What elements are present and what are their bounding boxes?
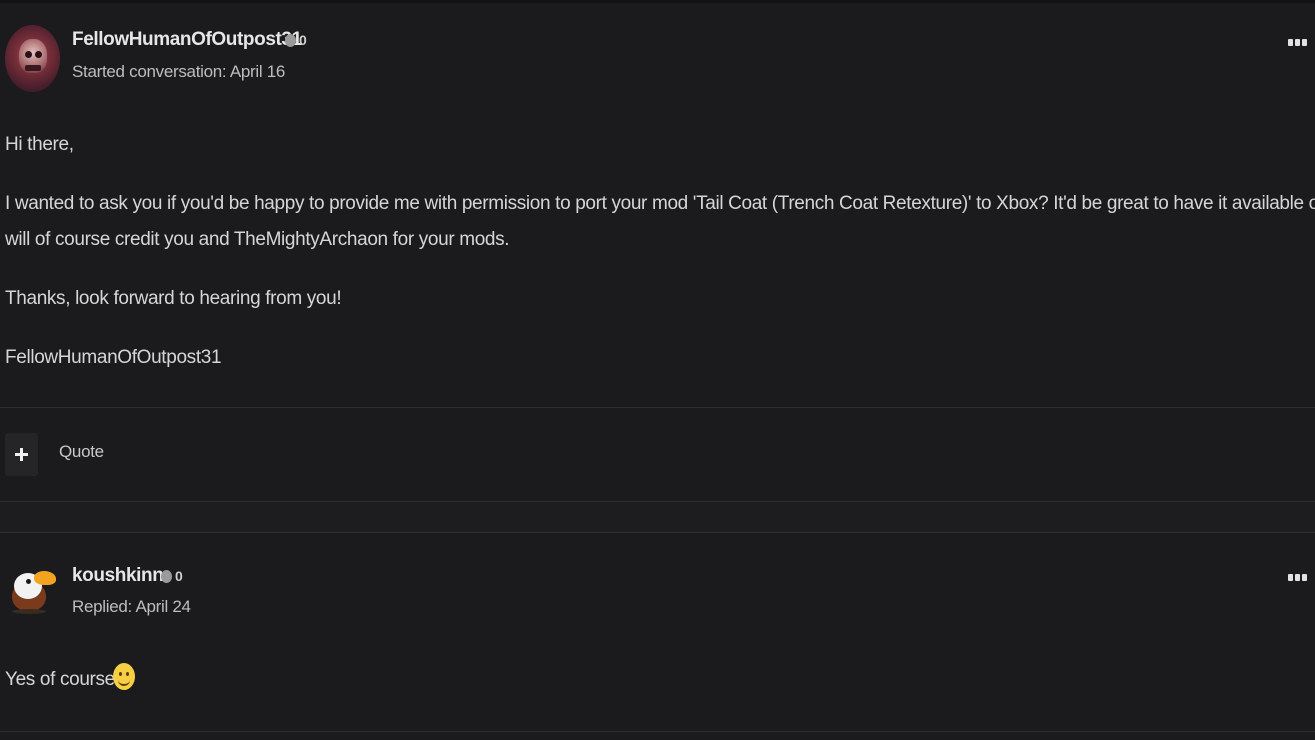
dot (1302, 38, 1307, 46)
quote-button[interactable]: Quote (59, 442, 104, 462)
skull-avatar-icon[interactable] (5, 25, 60, 92)
plus-icon (15, 448, 28, 461)
smiley-eye (119, 672, 122, 676)
skull-eye-left (25, 51, 32, 58)
dot (1302, 573, 1307, 581)
post-divider (0, 407, 1315, 408)
reputation-count: 0 (299, 32, 307, 48)
dot (1288, 573, 1293, 581)
post-author-name[interactable]: FellowHumanOfOutpost31 (72, 29, 302, 51)
reply-meta: Replied: April 24 (72, 597, 191, 616)
reply-text: Yes of course (5, 669, 115, 690)
ellipsis-icon[interactable] (1288, 572, 1310, 582)
reputation-dot-icon (285, 33, 296, 47)
reputation-dot-icon (161, 569, 172, 583)
skull-jaw (25, 65, 41, 71)
ellipsis-icon[interactable] (1288, 37, 1310, 47)
eagle-shadow (12, 609, 46, 614)
post-paragraph: will of course credit you and TheMightyA… (5, 229, 510, 250)
post-meta: Started conversation: April 16 (72, 62, 286, 81)
post-paragraph: Thanks, look forward to hearing from you… (5, 288, 342, 309)
smiley-eye (126, 672, 129, 676)
message-post: FellowHumanOfOutpost31 0 Started convers… (0, 0, 1315, 502)
post-paragraph: Hi there, (5, 134, 74, 155)
reputation-badge[interactable]: 0 (285, 32, 307, 48)
dot (1288, 38, 1293, 46)
skull-eye-right (35, 51, 42, 58)
post-separator (0, 502, 1315, 533)
conversation-page: FellowHumanOfOutpost31 0 Started convers… (0, 0, 1315, 740)
dot (1295, 573, 1300, 581)
smiley-emoji-icon (113, 663, 135, 690)
reply-top-divider (0, 532, 1315, 533)
eagle-eye (26, 579, 31, 584)
reputation-count: 0 (175, 568, 183, 584)
post-paragraph: I wanted to ask you if you'd be happy to… (5, 193, 1315, 214)
reply-bottom-divider (0, 731, 1315, 732)
post-signature: FellowHumanOfOutpost31 (5, 347, 222, 368)
eagle-beak (34, 571, 56, 585)
smiley-mouth (118, 678, 130, 686)
reply-author-name[interactable]: koushkinn (72, 565, 164, 587)
reputation-badge[interactable]: 0 (161, 568, 183, 584)
eagle-avatar-icon[interactable] (8, 565, 60, 615)
add-reaction-button[interactable] (5, 433, 38, 476)
dot (1295, 38, 1300, 46)
